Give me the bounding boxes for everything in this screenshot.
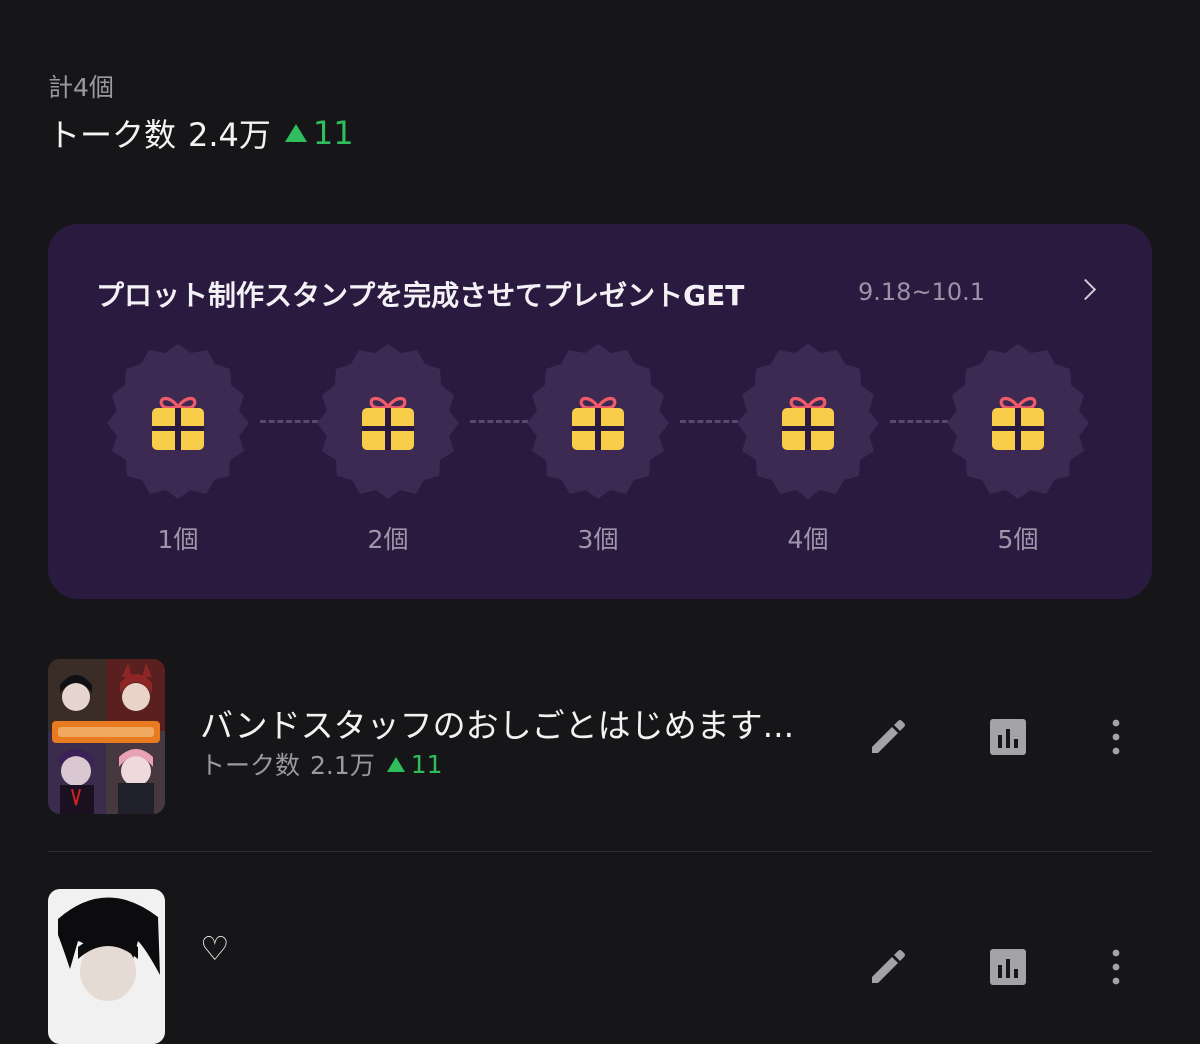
gift-icon: [360, 393, 416, 453]
edit-pencil-icon[interactable]: [866, 715, 910, 759]
stamp-slot-1: [98, 341, 258, 501]
stamp-label-2: 2個: [367, 525, 409, 554]
stamp-slot-3: [518, 341, 678, 501]
gift-icon: [990, 393, 1046, 453]
stamp-label-5: 5個: [997, 525, 1039, 554]
stamp-campaign-title: プロット制作スタンプを完成させてプレゼントGET: [96, 279, 745, 312]
more-options-icon[interactable]: [1094, 945, 1138, 989]
stamp-slot-2: [308, 341, 468, 501]
stamp-label-4: 4個: [787, 525, 829, 554]
increase-arrow-icon: [284, 124, 307, 142]
row-divider: [48, 851, 1152, 852]
gift-icon: [570, 393, 626, 453]
story-talk-delta-value: 11: [410, 749, 443, 779]
story-thumbnail[interactable]: [48, 659, 165, 814]
stamp-label-3: 3個: [577, 525, 619, 554]
cover-illustration: [48, 659, 165, 814]
chevron-right-icon[interactable]: [1074, 278, 1097, 301]
edit-pencil-icon[interactable]: [866, 945, 910, 989]
story-stats: トーク数 2.1万 11: [200, 746, 443, 782]
statistics-chart-icon[interactable]: [986, 715, 1030, 759]
talk-count-label: トーク数: [48, 116, 177, 154]
story-talk-value: 2.1万: [310, 751, 375, 780]
story-row[interactable]: バンドスタッフのおしごとはじめます... トーク数 2.1万 11: [48, 659, 1152, 819]
stamp-slot-4: [728, 341, 888, 501]
stamp-campaign-card[interactable]: プロット制作スタンプを完成させてプレゼントGET 9.18~10.1 1個 2個…: [48, 224, 1152, 599]
stamp-label-1: 1個: [157, 525, 199, 554]
summary-talk-count: トーク数 2.4万 11: [48, 110, 354, 156]
story-row[interactable]: ♡: [48, 889, 1152, 1044]
stamp-slot-5: [938, 341, 1098, 501]
summary-count: 計4個: [48, 73, 114, 102]
story-thumbnail[interactable]: [48, 889, 165, 1044]
increase-arrow-icon: [386, 756, 405, 772]
story-talk-label: トーク数: [200, 751, 301, 780]
talk-count-delta-value: 11: [312, 114, 354, 152]
talk-count-delta: 11: [284, 114, 354, 152]
talk-count-value: 2.4万: [188, 116, 271, 154]
story-title-heart[interactable]: ♡: [200, 929, 230, 968]
gift-icon: [150, 393, 206, 453]
cover-illustration: [48, 889, 165, 1044]
more-options-icon[interactable]: [1094, 715, 1138, 759]
story-talk-delta: 11: [386, 749, 443, 779]
stamp-campaign-period: 9.18~10.1: [858, 278, 985, 306]
gift-icon: [780, 393, 836, 453]
story-title[interactable]: バンドスタッフのおしごとはじめます...: [200, 699, 794, 747]
statistics-chart-icon[interactable]: [986, 945, 1030, 989]
